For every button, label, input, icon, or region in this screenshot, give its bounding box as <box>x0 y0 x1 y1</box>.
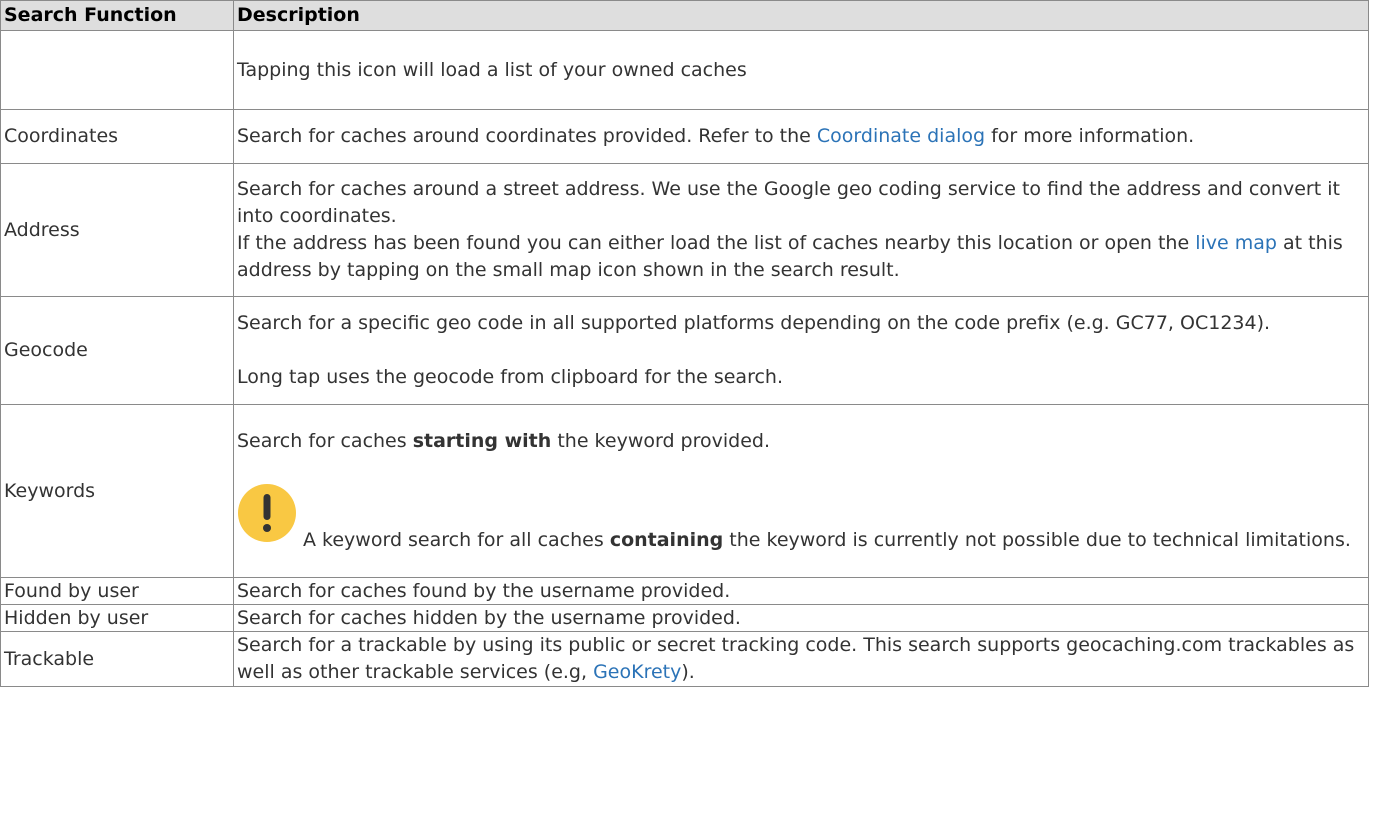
table-row-owned-caches: Tapping this icon will load a list of yo… <box>0 30 1369 110</box>
geokrety-link[interactable]: GeoKrety <box>593 661 681 683</box>
description-cell-coordinates: Search for caches around coordinates pro… <box>233 109 1369 164</box>
description-cell-owned: Tapping this icon will load a list of yo… <box>233 30 1369 110</box>
description-cell-geocode: Search for a specific geo code in all su… <box>233 296 1369 405</box>
description-cell-address: Search for caches around a street addres… <box>233 163 1369 297</box>
table-row-geocode: Geocode Search for a specific geo code i… <box>0 296 1369 405</box>
search-functions-table: Search Function Description Tapping this… <box>0 0 1369 687</box>
function-cell-found-by-user: Found by user <box>0 577 234 605</box>
table-row-coordinates: Coordinates Search for caches around coo… <box>0 109 1369 164</box>
warning-note: A keyword search for all caches containi… <box>237 484 1364 554</box>
coordinate-dialog-link[interactable]: Coordinate dialog <box>817 125 985 147</box>
description-cell-keywords: Search for caches starting with the keyw… <box>233 404 1369 578</box>
function-cell-address: Address <box>0 163 234 297</box>
function-cell-coordinates: Coordinates <box>0 109 234 164</box>
description-cell-hidden-by-user: Search for caches hidden by the username… <box>233 604 1369 632</box>
description-cell-trackable: Search for a trackable by using its publ… <box>233 631 1369 687</box>
table-header-row: Search Function Description <box>0 0 1369 31</box>
header-description: Description <box>233 0 1369 31</box>
table-row-address: Address Search for caches around a stree… <box>0 163 1369 297</box>
function-cell-hidden-by-user: Hidden by user <box>0 604 234 632</box>
function-cell-keywords: Keywords <box>0 404 234 578</box>
header-search-function: Search Function <box>0 0 234 31</box>
table-row-found-by-user: Found by user Search for caches found by… <box>0 577 1369 605</box>
exclamation-warning-icon <box>238 484 296 542</box>
function-cell-geocode: Geocode <box>0 296 234 405</box>
table-row-keywords: Keywords Search for caches starting with… <box>0 404 1369 578</box>
live-map-link[interactable]: live map <box>1195 232 1277 254</box>
description-cell-found-by-user: Search for caches found by the username … <box>233 577 1369 605</box>
table-row-trackable: Trackable Search for a trackable by usin… <box>0 631 1369 687</box>
function-cell-trackable: Trackable <box>0 631 234 687</box>
table-row-hidden-by-user: Hidden by user Search for caches hidden … <box>0 604 1369 632</box>
function-cell-owned <box>0 30 234 110</box>
